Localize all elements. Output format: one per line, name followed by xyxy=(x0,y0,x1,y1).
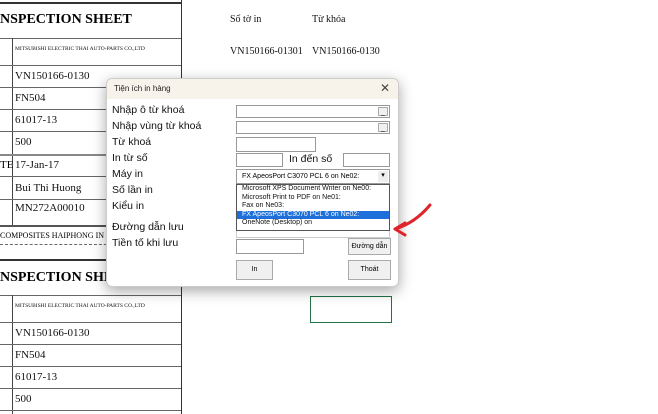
cell[interactable]: VN150166-0130 xyxy=(15,327,90,339)
label: In đến số xyxy=(289,153,333,165)
print-button[interactable]: In xyxy=(236,260,273,280)
red-arrow-annotation xyxy=(393,203,432,237)
label: Từ khoá xyxy=(112,136,152,148)
printer-value: FX ApeosPort C3070 PCL 6 on Ne02: xyxy=(242,173,360,180)
print-utility-dialog: Tiện ích in hàng ✕ Nhập ô từ khoá Nhập v… xyxy=(106,78,399,287)
exit-button[interactable]: Thoát xyxy=(348,260,391,280)
cell[interactable]: 500 xyxy=(15,136,32,148)
label: Máy in xyxy=(112,168,143,180)
printer-option[interactable]: Microsoft XPS Document Writer on Ne00: xyxy=(237,185,389,194)
cell[interactable]: 61017-13 xyxy=(15,114,57,126)
value-cell[interactable]: VN150166-01301 xyxy=(230,46,303,57)
label: Kiểu in xyxy=(112,200,145,212)
value-cell[interactable]: VN150166-0130 xyxy=(312,46,380,57)
ref-button[interactable]: _ xyxy=(378,107,388,116)
label: Nhập ô từ khoá xyxy=(112,104,185,116)
cell[interactable]: VN150166-0130 xyxy=(15,70,90,82)
label: Số lần in xyxy=(112,184,153,196)
keyword-range-input[interactable]: _ xyxy=(236,121,390,134)
close-icon[interactable]: ✕ xyxy=(380,81,390,95)
company-cell[interactable]: MITSUBISHI ELECTRIC THAI AUTO-PARTS CO.,… xyxy=(15,46,145,52)
cell[interactable]: MN272A00010 xyxy=(15,202,85,214)
label: Tiền tố khi lưu xyxy=(112,237,179,249)
divider xyxy=(0,38,181,39)
cell[interactable]: FN504 xyxy=(15,92,46,104)
cell[interactable]: FN504 xyxy=(15,349,46,361)
cell[interactable]: 17-Jan-17 xyxy=(15,159,59,171)
selected-cell[interactable] xyxy=(310,296,392,323)
printer-dropdown-list[interactable]: Microsoft XPS Document Writer on Ne00: M… xyxy=(236,184,390,231)
printer-option-selected[interactable]: FX ApeosPort C3070 PCL 6 on Ne02: xyxy=(237,210,389,219)
sheet-title: NSPECTION SHEET xyxy=(0,12,132,27)
prefix-input[interactable] xyxy=(236,239,304,254)
printer-select[interactable]: FX ApeosPort C3070 PCL 6 on Ne02: ▾ xyxy=(236,169,390,184)
ref-button[interactable]: _ xyxy=(378,123,388,132)
cell[interactable]: Bui Thi Huong xyxy=(15,182,81,194)
keyword-cell-input[interactable]: _ xyxy=(236,105,390,118)
label: Đường dẫn lưu xyxy=(112,221,184,233)
company-cell[interactable]: MITSUBISHI ELECTRIC THAI AUTO-PARTS CO.,… xyxy=(15,303,145,309)
printer-option[interactable]: Fax on Ne03: xyxy=(237,202,389,211)
header-cell[interactable]: Từ khóa xyxy=(312,14,345,25)
header-cell[interactable]: Số tờ in xyxy=(230,14,261,25)
dialog-title: Tiện ích in hàng xyxy=(107,79,398,99)
footer-cell[interactable]: COMPOSITES HAIPHONG IN xyxy=(0,231,104,240)
from-input[interactable] xyxy=(236,153,283,167)
cell[interactable]: 61017-13 xyxy=(15,371,57,383)
cell[interactable]: 500 xyxy=(15,393,32,405)
printer-option[interactable]: OneNote (Desktop) on xyxy=(237,219,389,228)
label: In từ số xyxy=(112,152,148,164)
chevron-down-icon[interactable]: ▾ xyxy=(378,171,388,182)
label: Nhập vùng từ khoá xyxy=(112,120,202,132)
to-input[interactable] xyxy=(343,153,390,167)
printer-option[interactable]: Microsoft Print to PDF on Ne01: xyxy=(237,194,389,203)
divider xyxy=(0,2,181,4)
date-label: TE xyxy=(0,159,14,171)
keyword-input[interactable] xyxy=(236,137,316,152)
